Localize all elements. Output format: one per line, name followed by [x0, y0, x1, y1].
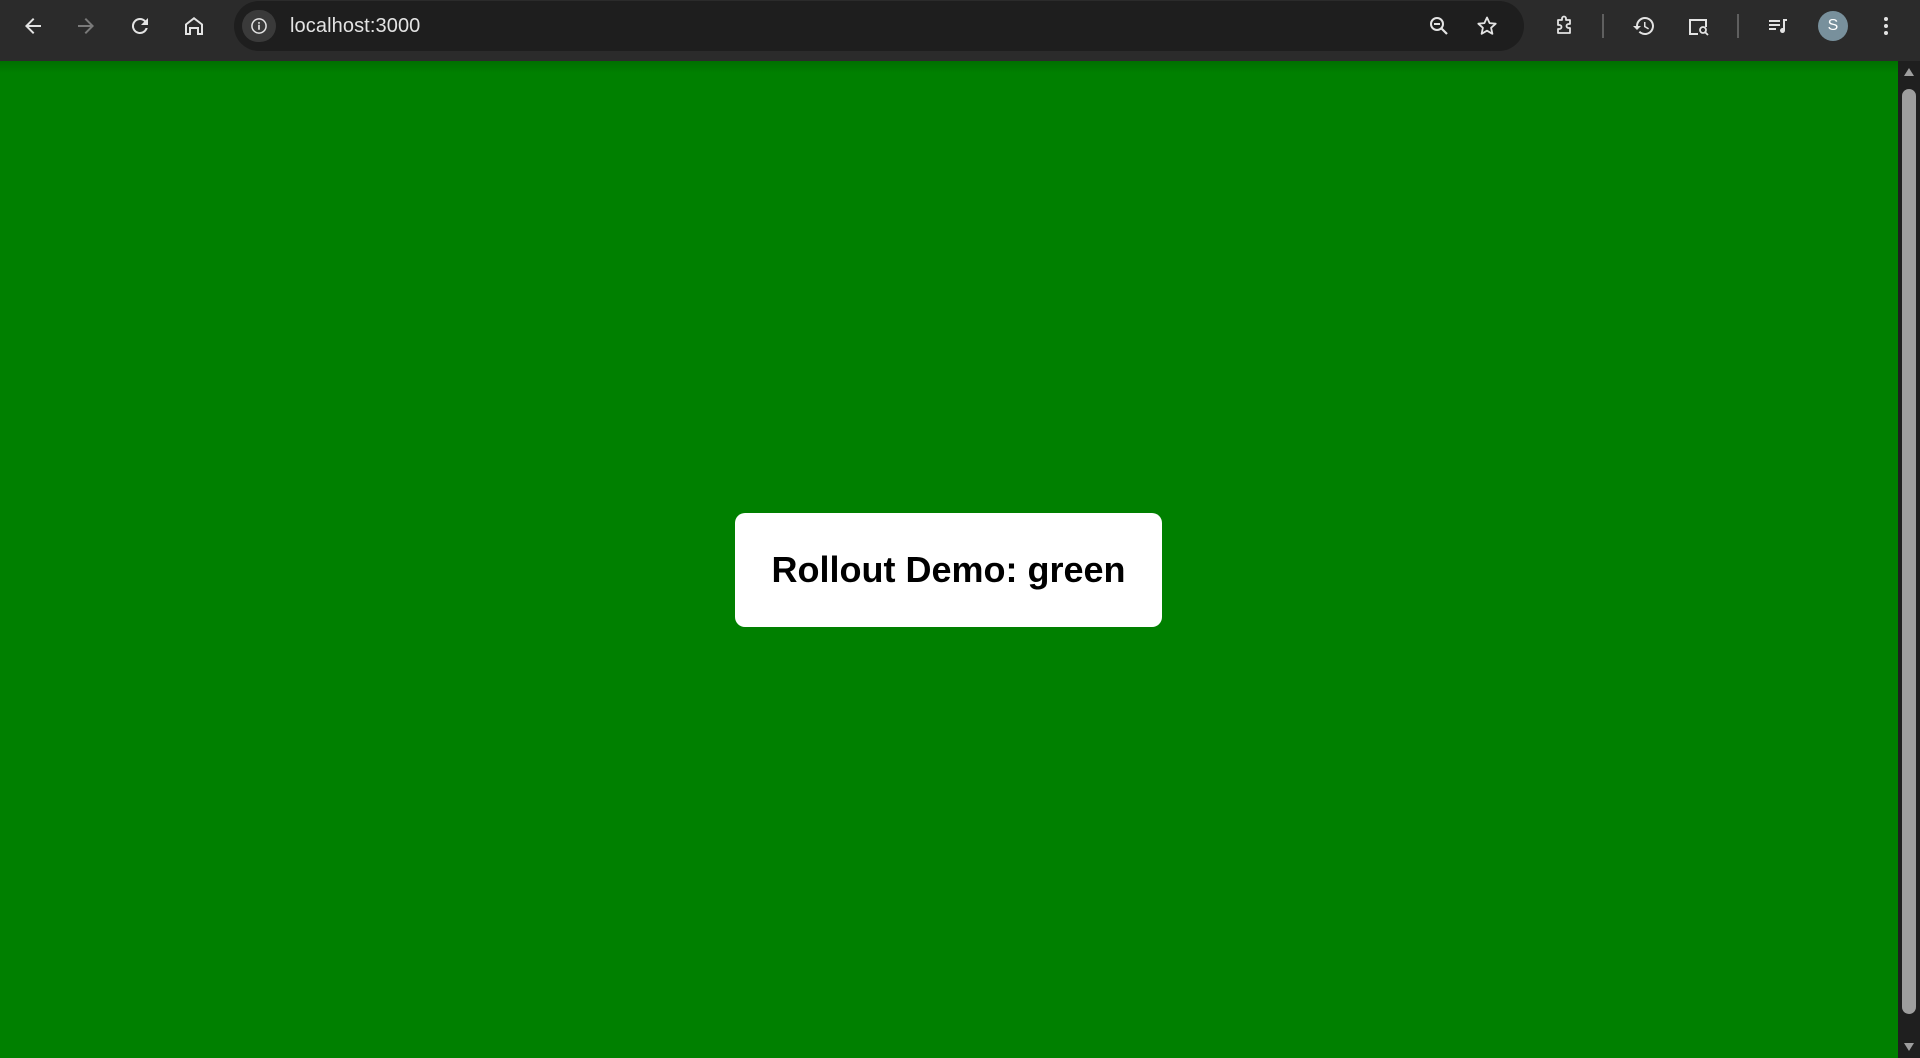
home-icon	[185, 17, 203, 35]
browser-toolbar: localhost:3000 S	[0, 0, 1920, 61]
back-button[interactable]	[13, 8, 53, 44]
home-button[interactable]	[174, 8, 214, 44]
kebab-menu-icon	[1884, 17, 1888, 35]
zoom-button[interactable]	[1421, 8, 1457, 44]
profile-avatar[interactable]: S	[1818, 11, 1848, 41]
tab-search-button[interactable]	[1678, 8, 1718, 44]
puzzle-icon	[1557, 15, 1571, 34]
forward-arrow-icon	[78, 18, 94, 34]
info-icon	[251, 18, 267, 34]
page-viewport: Rollout Demo: green	[0, 61, 1898, 1058]
reload-icon	[131, 17, 148, 34]
star-icon	[1477, 16, 1497, 35]
scroll-up-arrow[interactable]	[1902, 65, 1916, 79]
bookmark-button[interactable]	[1469, 8, 1505, 44]
reload-button[interactable]	[120, 8, 160, 44]
toolbar-separator	[1737, 14, 1739, 38]
extensions-button[interactable]	[1544, 8, 1584, 44]
toolbar-separator	[1602, 14, 1604, 38]
history-button[interactable]	[1624, 8, 1664, 44]
forward-button[interactable]	[66, 8, 106, 44]
zoom-out-icon	[1430, 17, 1448, 35]
toolbar-shadow	[0, 61, 1898, 73]
scroll-down-arrow[interactable]	[1902, 1040, 1916, 1054]
history-icon	[1633, 17, 1654, 35]
demo-card: Rollout Demo: green	[735, 513, 1162, 627]
tab-search-icon	[1689, 19, 1709, 36]
media-controls-button[interactable]	[1758, 8, 1798, 44]
vertical-scrollbar[interactable]	[1898, 61, 1920, 1058]
address-bar[interactable]: localhost:3000	[234, 1, 1524, 51]
page-heading: Rollout Demo: green	[771, 549, 1126, 590]
browser-menu-button[interactable]	[1866, 8, 1906, 44]
url-text[interactable]: localhost:3000	[290, 15, 420, 38]
site-info-button[interactable]	[242, 10, 276, 42]
back-arrow-icon	[25, 18, 41, 34]
media-playlist-icon	[1769, 19, 1787, 33]
scrollbar-thumb[interactable]	[1902, 89, 1916, 1014]
